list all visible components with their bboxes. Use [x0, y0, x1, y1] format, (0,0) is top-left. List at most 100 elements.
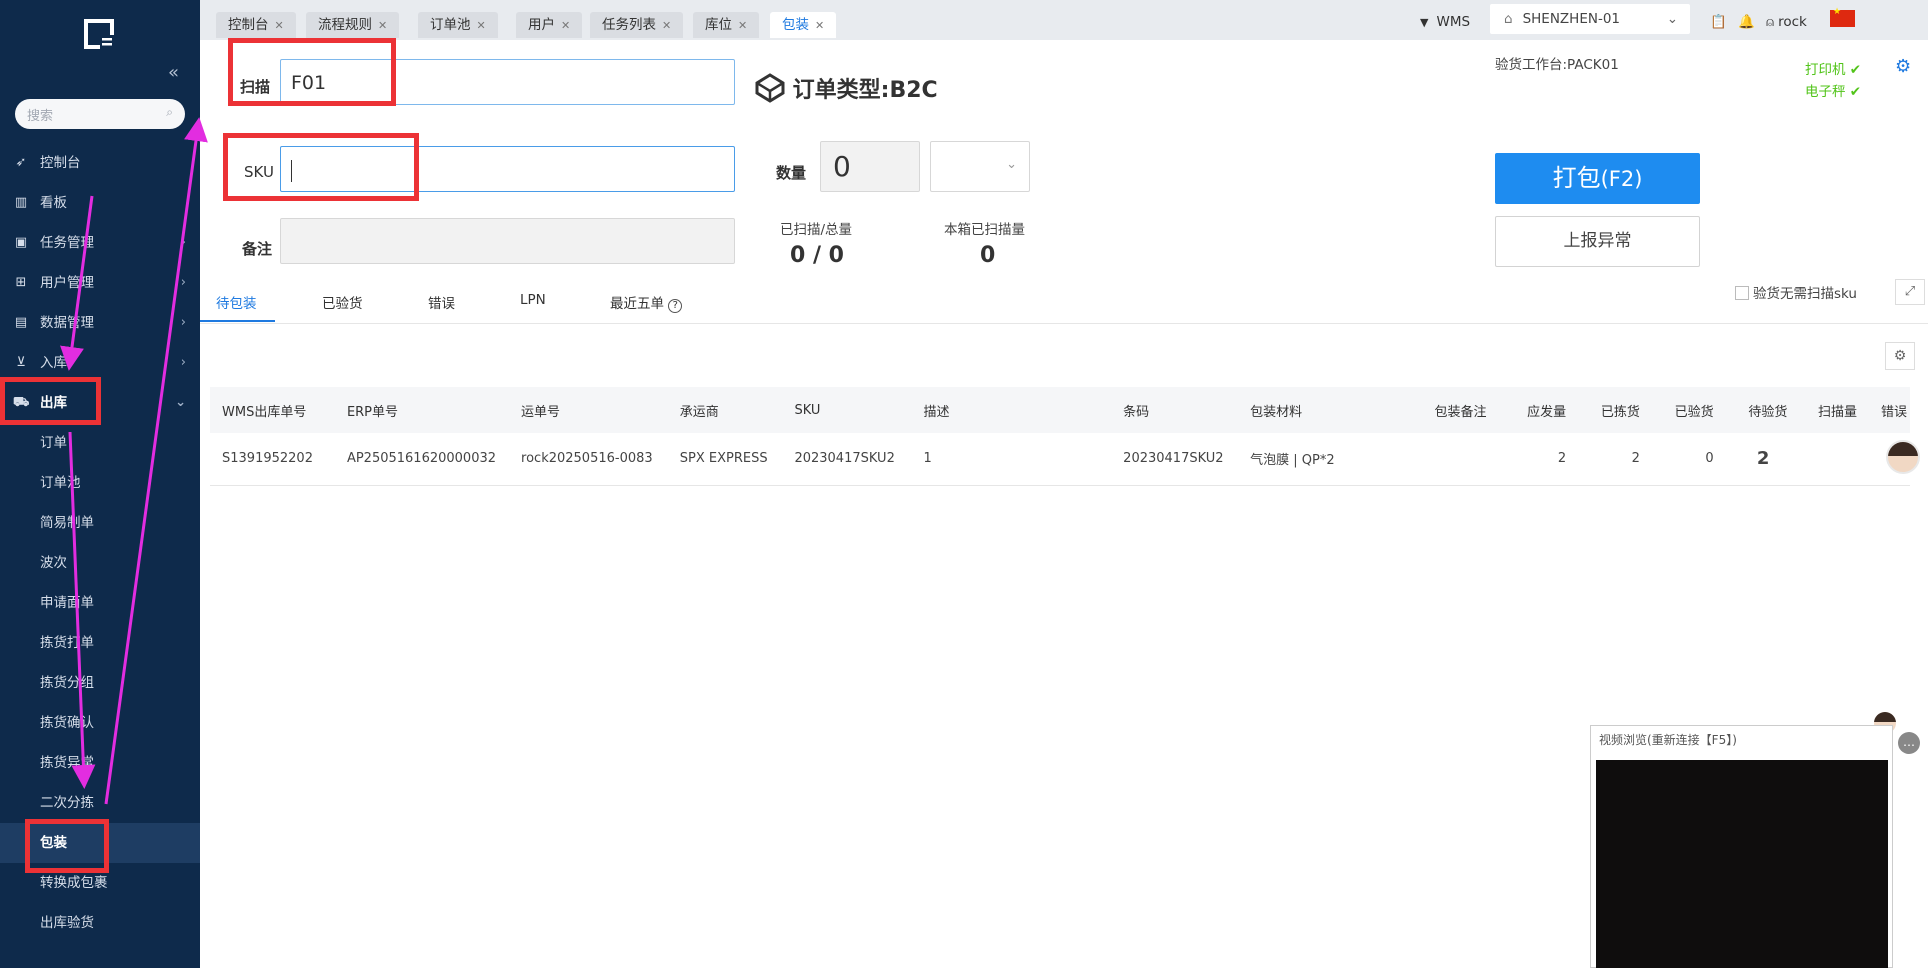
warehouse-label: SHENZHEN-01 — [1522, 11, 1621, 27]
menu-search-input[interactable]: 搜索 ⌕ — [15, 99, 185, 129]
tab-user[interactable]: 用户 ✕ — [516, 12, 583, 38]
sidebar-subitem-convert-parcel[interactable]: 转换成包裹 — [0, 863, 200, 903]
sidebar-item-label: 看板 — [40, 195, 67, 211]
close-icon[interactable]: ✕ — [378, 19, 387, 32]
tab-flow-rules[interactable]: 流程规则 ✕ — [306, 12, 400, 38]
app-logo — [84, 19, 114, 49]
remark-label: 备注 — [242, 240, 273, 258]
warehouse-select[interactable]: ⌂ SHENZHEN-01 ⌄ — [1490, 4, 1690, 34]
col-sku[interactable]: SKU — [782, 387, 912, 433]
sidebar-item-task-management[interactable]: ▣ 任务管理 › — [0, 223, 200, 263]
cell-qty-due: 2 — [1504, 433, 1579, 486]
subtab-recent-five[interactable]: 最近五单 ? — [610, 292, 683, 313]
subtab-lpn[interactable]: LPN — [520, 292, 546, 308]
language-flag-icon[interactable] — [1830, 7, 1855, 27]
col-qty-picked[interactable]: 已拣货 — [1578, 387, 1652, 433]
table-settings-icon[interactable]: ⚙ — [1885, 342, 1915, 370]
sidebar-subitem-pick-confirm[interactable]: 拣货确认 — [0, 703, 200, 743]
assistant-avatar[interactable] — [1886, 440, 1920, 474]
close-icon[interactable]: ✕ — [662, 19, 671, 32]
box-scanned-label: 本箱已扫描量 — [944, 222, 1025, 238]
subtab-error[interactable]: 错误 — [428, 292, 455, 312]
collapse-sidebar-icon[interactable]: « — [168, 62, 179, 83]
cell-sku-link[interactable]: 20230417SKU2 — [782, 433, 912, 486]
sidebar-subitem-outbound-check[interactable]: 出库验货 — [0, 903, 200, 943]
remark-input[interactable] — [280, 218, 735, 264]
sidebar-subitem-order[interactable]: 订单 — [0, 423, 200, 463]
chevron-right-icon: › — [180, 355, 186, 370]
scan-input[interactable]: F01 — [280, 59, 735, 105]
user-icon: ⍝ — [1766, 14, 1775, 30]
col-packing-remark[interactable]: 包装备注 — [1422, 387, 1505, 433]
sidebar-subitem-pick-group[interactable]: 拣货分组 — [0, 663, 200, 703]
menu-search-placeholder: 搜索 — [27, 109, 54, 124]
table-row[interactable]: S1391952202 AP2505161620000032 rock20250… — [210, 433, 1910, 486]
cell-qty-scanned — [1799, 433, 1869, 486]
col-qty-due[interactable]: 应发量 — [1504, 387, 1579, 433]
chevron-right-icon: › — [180, 235, 186, 250]
tab-task-list[interactable]: 任务列表 ✕ — [590, 12, 684, 38]
user-name: rock — [1778, 14, 1807, 30]
close-icon[interactable]: ✕ — [815, 19, 824, 32]
sidebar-subitem-pick-exception[interactable]: 拣货异常 — [0, 743, 200, 783]
user-menu[interactable]: ⍝ rock — [1766, 8, 1807, 36]
report-exception-button[interactable]: 上报异常 — [1495, 216, 1700, 267]
pack-button-label: 打包 — [1552, 164, 1601, 192]
col-qty-scanned[interactable]: 扫描量 — [1799, 387, 1869, 433]
home-icon: ⌂ — [1504, 11, 1513, 27]
col-packing-material[interactable]: 包装材料 — [1238, 387, 1423, 433]
sidebar-subitem-simple-order[interactable]: 简易制单 — [0, 503, 200, 543]
sidebar-subitem-pick-print[interactable]: 拣货打单 — [0, 623, 200, 663]
sidebar-item-user-management[interactable]: ⊞ 用户管理 › — [0, 263, 200, 303]
order-type: 订单类型:B2C — [755, 72, 938, 104]
sidebar-item-label: 用户管理 — [40, 275, 94, 291]
printer-label: 打印机 — [1805, 62, 1846, 78]
bell-icon[interactable]: 🔔 — [1738, 8, 1755, 36]
col-waybill[interactable]: 运单号 — [509, 387, 668, 433]
help-circle-icon: ? — [668, 299, 683, 313]
sidebar-item-dashboard[interactable]: ➶ 控制台 — [0, 143, 200, 183]
sidebar-item-board[interactable]: ▥ 看板 — [0, 183, 200, 223]
col-carrier[interactable]: 承运商 — [667, 387, 783, 433]
sidebar-item-outbound[interactable]: ⛟ 出库 ⌄ — [0, 383, 200, 423]
tab-location[interactable]: 库位 ✕ — [693, 12, 760, 38]
col-qty-pending[interactable]: 待验货 — [1725, 387, 1800, 433]
subtab-checked[interactable]: 已验货 — [322, 292, 363, 312]
sidebar-item-data-management[interactable]: ▤ 数据管理 › — [0, 303, 200, 343]
sku-input[interactable] — [280, 146, 735, 192]
col-description[interactable]: 描述 — [911, 387, 1112, 433]
col-error[interactable]: 错误 — [1868, 387, 1910, 433]
sidebar-subitem-order-pool[interactable]: 订单池 — [0, 463, 200, 503]
sidebar-subitem-apply-waybill[interactable]: 申请面单 — [0, 583, 200, 623]
tab-order-pool[interactable]: 订单池 ✕ — [418, 12, 498, 38]
col-qty-checked[interactable]: 已验货 — [1651, 387, 1726, 433]
close-icon[interactable]: ✕ — [477, 19, 486, 32]
gear-icon[interactable]: ⚙ — [1895, 56, 1911, 77]
sidebar-subitem-secondary-sort[interactable]: 二次分拣 — [0, 783, 200, 823]
qty-unit-select[interactable]: ⌄ — [930, 141, 1030, 192]
users-icon: ⊞ — [15, 275, 27, 290]
tab-dashboard[interactable]: 控制台 ✕ — [216, 12, 296, 38]
col-erp-order[interactable]: ERP单号 — [334, 387, 510, 433]
subtab-pending-pack[interactable]: 待包装 — [216, 292, 257, 312]
close-icon[interactable]: ✕ — [275, 19, 284, 32]
pack-button[interactable]: 打包(F2) — [1495, 153, 1700, 204]
system-switcher[interactable]: ▼ WMS — [1420, 8, 1470, 36]
sidebar-item-inbound[interactable]: ⊻ 入库 › — [0, 343, 200, 383]
chevron-down-icon: ⌄ — [175, 395, 186, 410]
video-screen[interactable] — [1596, 760, 1888, 968]
table-header-row: WMS出库单号 ERP单号 运单号 承运商 SKU 描述 条码 包装材料 包装备… — [210, 387, 1910, 433]
sidebar-subitem-packing[interactable]: 包装 — [0, 823, 200, 863]
sidebar-subitem-wave[interactable]: 波次 — [0, 543, 200, 583]
col-wms-order[interactable]: WMS出库单号 — [210, 387, 335, 433]
chat-bubble-icon[interactable]: … — [1898, 732, 1920, 754]
qty-input[interactable]: 0 — [820, 141, 920, 192]
close-icon[interactable]: ✕ — [738, 19, 747, 32]
clipboard-icon[interactable]: 📋 — [1710, 8, 1727, 36]
cell-waybill: rock20250516-0083 — [509, 433, 668, 486]
close-icon[interactable]: ✕ — [561, 19, 570, 32]
sidebar-item-label: 出库 — [40, 395, 67, 411]
packing-table: WMS出库单号 ERP单号 运单号 承运商 SKU 描述 条码 包装材料 包装备… — [210, 387, 1910, 486]
tab-packing[interactable]: 包装 ✕ — [770, 12, 837, 38]
col-barcode[interactable]: 条码 — [1111, 387, 1239, 433]
